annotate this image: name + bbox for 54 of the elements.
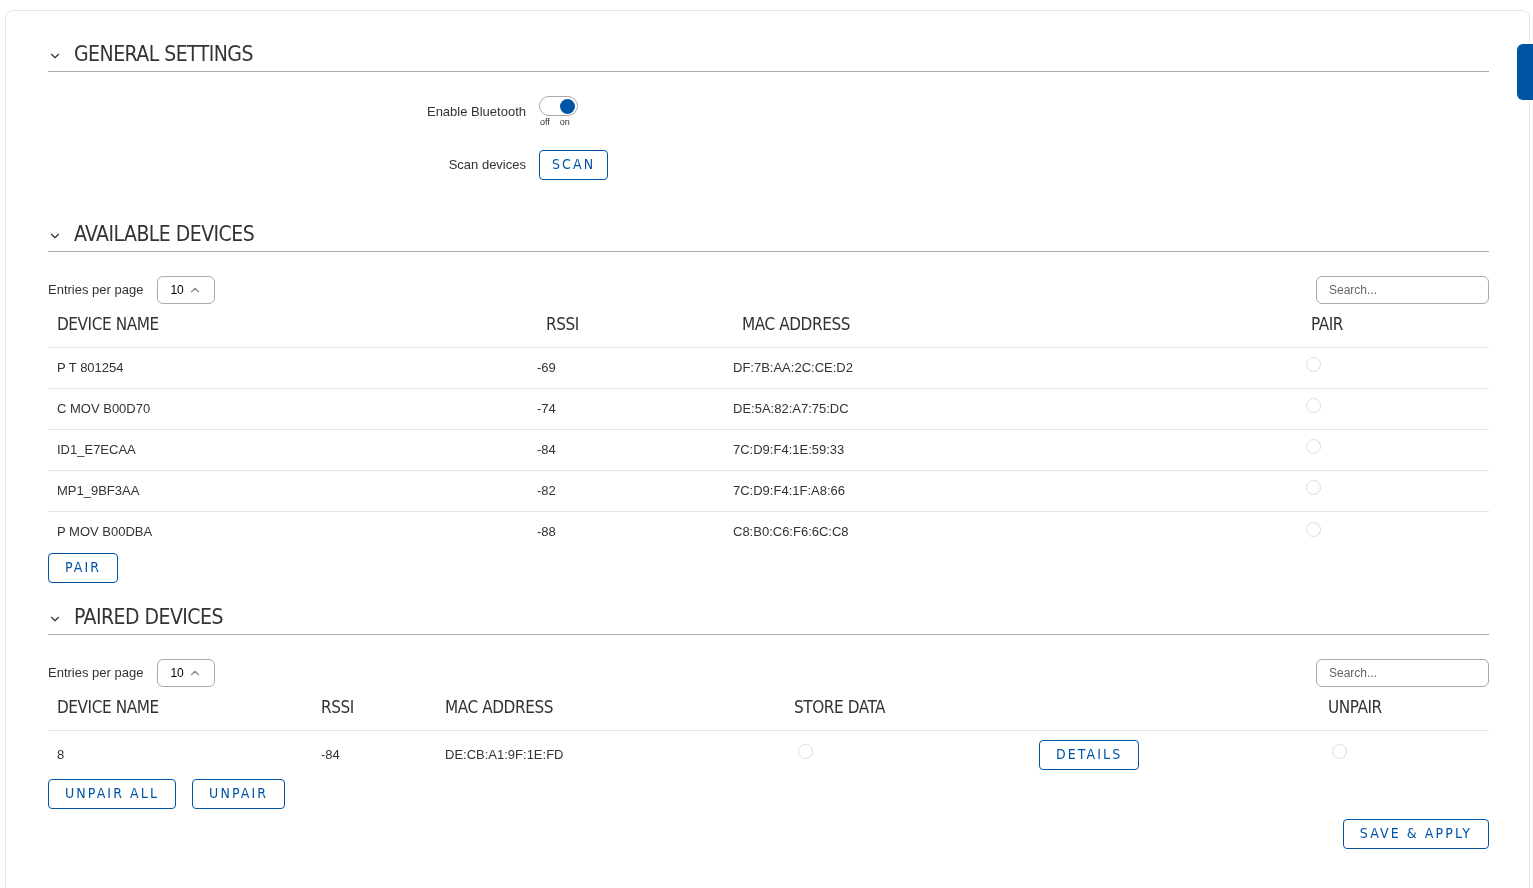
- table-cell-text: -82: [537, 481, 557, 500]
- table-cell-text: -69: [537, 358, 557, 377]
- radio-button[interactable]: [1306, 439, 1321, 455]
- table-cell-text: 7C:D9:F4:1F:A8:66: [733, 481, 846, 500]
- table-cell-text: DF:7B:AA:2C:CE:D2: [733, 358, 854, 377]
- table-cell-text: -84: [537, 440, 557, 459]
- radio-button[interactable]: [1306, 480, 1321, 496]
- table-cell-text: -74: [537, 399, 557, 418]
- search-field[interactable]: Search...: [1316, 658, 1489, 687]
- unpair-button[interactable]: UNPAIR: [192, 778, 286, 809]
- toggle-on-label: on: [559, 116, 570, 129]
- section-title: GENERAL SETTINGS: [74, 44, 253, 65]
- toggle-off-label: off: [540, 116, 550, 129]
- table-cell-text: -84: [321, 745, 341, 764]
- table-cell-text: -88: [537, 523, 557, 542]
- entries-select[interactable]: 10: [157, 275, 215, 304]
- save-apply-button[interactable]: SAVE & APPLY: [1342, 818, 1489, 849]
- radio-button[interactable]: [1306, 357, 1321, 373]
- column-header: DEVICE NAME: [56, 696, 160, 720]
- radio-button[interactable]: [798, 744, 813, 760]
- column-header: MAC ADDRESS: [741, 313, 851, 337]
- details-button[interactable]: DETAILS: [1039, 739, 1140, 770]
- column-header: RSSI: [545, 313, 580, 337]
- field-label: Enable Bluetooth: [425, 103, 527, 121]
- field-label: Scan devices: [447, 155, 527, 174]
- entries-label: Entries per page: [48, 280, 144, 299]
- table-cell-text: C8:B0:C6:F6:6C:C8: [733, 523, 850, 542]
- section-title: AVAILABLE DEVICES: [74, 223, 255, 245]
- table-cell-text: P T 801254: [56, 358, 125, 377]
- search-field[interactable]: Search...: [1316, 275, 1489, 304]
- table-cell-text: DE:CB:A1:9F:1E:FD: [445, 745, 565, 764]
- column-header: UNPAIR: [1328, 696, 1383, 720]
- column-header: PAIR: [1310, 313, 1345, 337]
- unpair-button[interactable]: UNPAIR ALL: [48, 778, 177, 809]
- radio-button[interactable]: [1332, 744, 1347, 760]
- toggle-switch[interactable]: [539, 96, 578, 116]
- column-header: DEVICE NAME: [56, 313, 160, 337]
- scan-button[interactable]: SCAN: [539, 149, 609, 180]
- table-cell-text: C MOV B00D70: [56, 399, 152, 418]
- table-cell-text: ID1_E7ECAA: [56, 440, 137, 459]
- table-cell-text: 8: [56, 745, 66, 764]
- entries-label: Entries per page: [48, 663, 144, 682]
- column-header: RSSI: [321, 696, 355, 720]
- pair-button[interactable]: PAIR: [48, 552, 119, 583]
- entries-select[interactable]: 10: [157, 658, 215, 687]
- section-title: PAIRED DEVICES: [74, 606, 223, 628]
- table-cell-text: MP1_9BF3AA: [56, 481, 141, 500]
- column-header: MAC ADDRESS: [445, 696, 554, 720]
- radio-button[interactable]: [1306, 521, 1321, 537]
- column-header: STORE DATA: [794, 696, 887, 720]
- table-cell-text: DE:5A:82:A7:75:DC: [733, 399, 850, 418]
- table-cell-text: 7C:D9:F4:1E:59:33: [733, 440, 846, 459]
- table-cell-text: P MOV B00DBA: [56, 523, 154, 542]
- radio-button[interactable]: [1306, 398, 1321, 414]
